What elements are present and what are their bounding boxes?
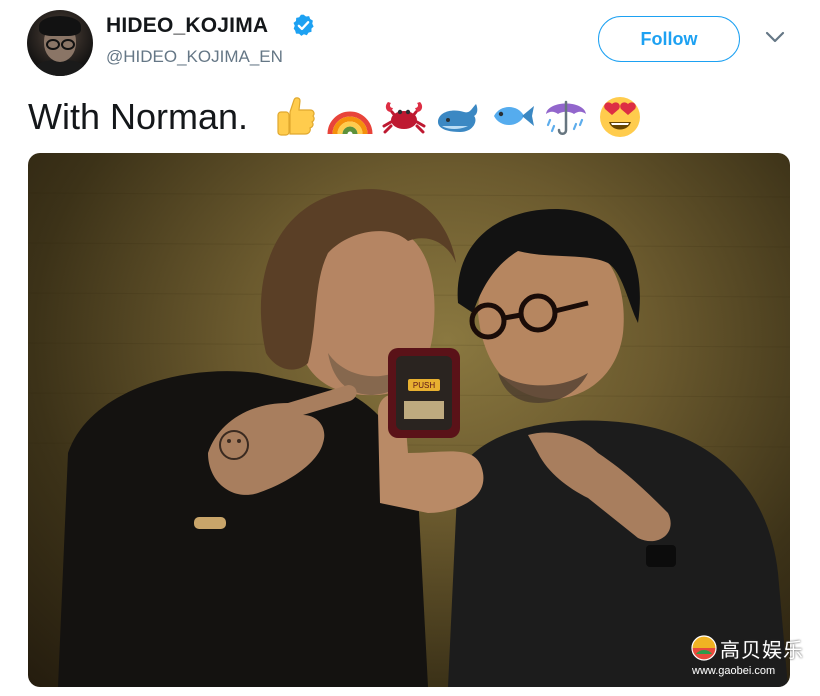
bracelet <box>194 517 226 529</box>
umbrella-with-rain-icon <box>546 100 586 135</box>
verified-badge-icon <box>293 14 314 36</box>
rainbow-icon <box>327 111 373 135</box>
thumbs-up-icon <box>277 97 315 136</box>
photo-illustration: PUSH <box>28 189 790 687</box>
chevron-down-icon[interactable] <box>765 30 785 44</box>
device-label: PUSH <box>413 381 435 390</box>
tweet-photo[interactable]: PUSH <box>28 153 790 687</box>
tweet-text: With Norman. <box>28 96 249 137</box>
display-name[interactable]: HIDEO_KOJIMA <box>106 14 268 38</box>
wrist-watch <box>646 545 676 567</box>
whale-icon <box>438 104 478 132</box>
crab-icon <box>382 102 426 134</box>
follow-button[interactable]: Follow <box>598 16 740 62</box>
fish-icon <box>494 106 534 126</box>
watermark-text: 高贝娱乐 <box>720 638 804 662</box>
avatar-hair-shape <box>39 16 81 36</box>
avatar-glasses-shape <box>46 39 75 50</box>
user-handle[interactable]: @HIDEO_KOJIMA_EN <box>106 47 283 67</box>
watermark-url: www.gaobei.com <box>692 665 776 677</box>
watermark-logo-icon <box>691 635 717 661</box>
watermark: 高贝娱乐 www.gaobei.com <box>690 632 812 684</box>
avatar-body-shape <box>33 60 87 76</box>
emoji-row <box>272 92 644 140</box>
avatar[interactable] <box>27 10 93 76</box>
heart-eyes-face-icon <box>600 97 640 137</box>
